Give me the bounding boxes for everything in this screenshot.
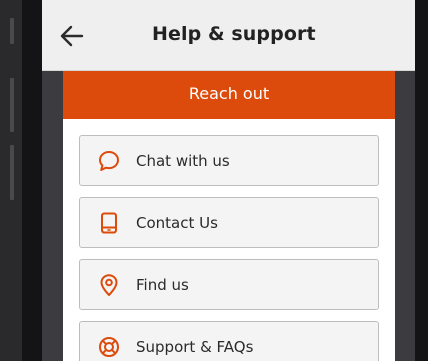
panel-header-label: Reach out xyxy=(188,84,270,103)
arrow-left-icon[interactable] xyxy=(58,22,86,50)
page-title: Help & support xyxy=(152,23,316,45)
lifebuoy-icon xyxy=(97,335,121,359)
option-label: Find us xyxy=(136,276,189,294)
chat-bubble-icon xyxy=(97,149,121,173)
phone-icon xyxy=(97,211,121,235)
option-label: Contact Us xyxy=(136,214,218,232)
side-button xyxy=(10,18,14,44)
volume-up-button xyxy=(10,78,14,132)
find-us-button[interactable]: Find us xyxy=(79,259,379,310)
app-bar: Help & support xyxy=(42,0,415,71)
contact-us-button[interactable]: Contact Us xyxy=(79,197,379,248)
device-stage: Help & support Reach out Chat with us Co… xyxy=(0,0,428,361)
location-pin-icon xyxy=(97,273,121,297)
support-faqs-button[interactable]: Support & FAQs xyxy=(79,321,379,361)
chat-with-us-button[interactable]: Chat with us xyxy=(79,135,379,186)
option-label: Support & FAQs xyxy=(136,338,254,356)
reach-out-panel: Reach out Chat with us Contact Us Find u… xyxy=(63,71,395,361)
phone-screen: Help & support Reach out Chat with us Co… xyxy=(42,0,415,361)
volume-down-button xyxy=(10,145,14,200)
panel-header: Reach out xyxy=(63,71,395,119)
option-label: Chat with us xyxy=(136,152,230,170)
